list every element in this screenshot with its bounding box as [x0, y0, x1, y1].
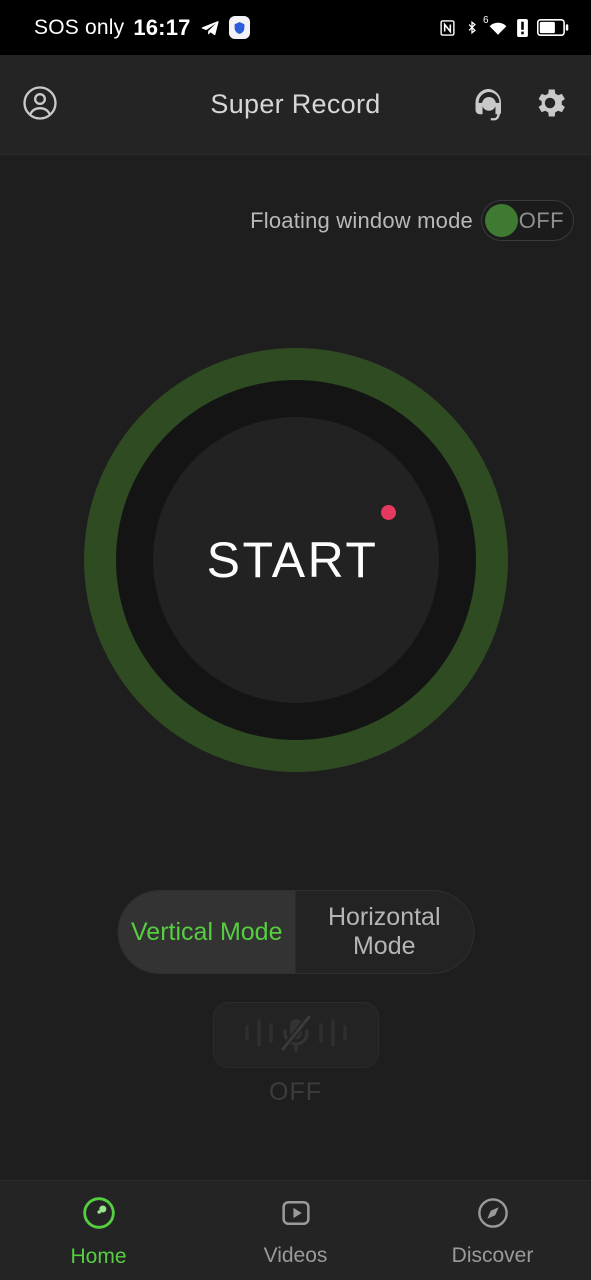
bottom-navigation: Home Videos Discover [0, 1180, 591, 1280]
gear-icon [531, 84, 569, 127]
status-bar: SOS only 16:17 6 [0, 0, 591, 55]
wifi-6-icon: 6 [483, 15, 508, 36]
segment-horizontal-mode-line1: Horizontal [327, 903, 441, 931]
record-circle-icon [79, 1193, 119, 1238]
play-box-icon [277, 1194, 315, 1237]
nav-item-home[interactable]: Home [0, 1181, 197, 1280]
clock-label: 16:17 [133, 14, 191, 40]
floating-window-mode-label: Floating window mode [250, 207, 473, 233]
microphone-muted-icon [237, 1011, 355, 1060]
record-dot-icon [380, 505, 396, 520]
toggle-knob [485, 204, 518, 237]
nav-item-videos-label: Videos [263, 1243, 328, 1267]
record-button-face: START [152, 417, 439, 703]
headset-icon [471, 85, 507, 126]
settings-button[interactable] [529, 84, 571, 126]
record-button[interactable]: START [83, 348, 508, 772]
shield-app-icon [228, 16, 250, 39]
telegram-icon [200, 19, 220, 37]
battery-icon [537, 19, 569, 36]
nav-item-discover[interactable]: Discover [394, 1181, 591, 1280]
start-label: START [206, 532, 379, 588]
main-content: Floating window mode OFF START Vertical … [0, 156, 591, 1180]
floating-window-mode-toggle[interactable]: OFF [481, 200, 574, 241]
status-bar-right: 6 [439, 15, 569, 37]
support-button[interactable] [469, 85, 509, 125]
carrier-label: SOS only [34, 15, 125, 39]
microphone-state-label: OFF [269, 1078, 322, 1106]
compass-icon [474, 1194, 512, 1237]
segment-horizontal-mode-line2: Mode [352, 932, 416, 960]
floating-window-mode-row: Floating window mode OFF [250, 200, 574, 241]
app-screen: SOS only 16:17 6 Super Record Floating w… [0, 0, 591, 1280]
nav-item-discover-label: Discover [451, 1243, 534, 1267]
bluetooth-icon [465, 18, 479, 37]
nfc-icon [439, 19, 456, 37]
status-bar-left: SOS only 16:17 [34, 15, 250, 41]
toggle-state-label: OFF [518, 207, 564, 233]
segment-vertical-mode[interactable]: Vertical Mode [118, 891, 296, 973]
nav-item-home-label: Home [70, 1244, 127, 1268]
microphone-block: OFF [212, 1002, 379, 1107]
nav-item-videos[interactable]: Videos [197, 1181, 394, 1280]
orientation-segmented-control[interactable]: Vertical Mode Horizontal Mode [117, 890, 474, 974]
app-header: Super Record [0, 55, 591, 155]
wifi-generation-label: 6 [483, 14, 489, 26]
microphone-toggle-button[interactable] [212, 1002, 379, 1068]
segment-horizontal-mode[interactable]: Horizontal Mode [296, 891, 474, 973]
alert-icon [517, 18, 528, 37]
